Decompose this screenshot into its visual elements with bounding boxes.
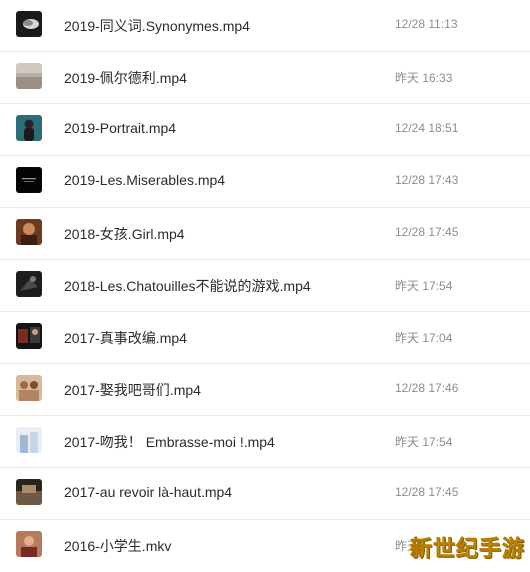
video-thumbnail[interactable]	[16, 63, 42, 89]
file-name[interactable]: 2018-女孩.Girl.mp4	[64, 224, 185, 244]
file-row[interactable]: 2019-同义词.Synonymes.mp4 12/28 11:13	[0, 0, 530, 52]
file-name[interactable]: 2017-娶我吧哥们.mp4	[64, 380, 201, 400]
file-time: 12/28 17:45	[395, 485, 459, 499]
video-thumbnail[interactable]	[16, 271, 42, 297]
file-row[interactable]: 2019-佩尔德利.mp4 昨天 16:33	[0, 52, 530, 104]
file-name[interactable]: 2016-小学生.mkv	[64, 536, 171, 556]
file-time: 昨天 17:04	[395, 331, 453, 345]
video-thumbnail[interactable]	[16, 167, 42, 193]
file-name[interactable]: 2019-Les.Miserables.mp4	[64, 172, 225, 188]
file-row[interactable]: 2018-Les.Chatouilles不能说的游戏.mp4 昨天 17:54	[0, 260, 530, 312]
file-time: 昨天 17:54	[395, 435, 453, 449]
file-name[interactable]: 2018-Les.Chatouilles不能说的游戏.mp4	[64, 276, 311, 296]
video-thumbnail[interactable]	[16, 427, 42, 453]
video-thumbnail[interactable]	[16, 375, 42, 401]
video-thumbnail[interactable]	[16, 479, 42, 505]
file-name[interactable]: 2019-同义词.Synonymes.mp4	[64, 16, 250, 36]
file-time: 12/24 18:51	[395, 121, 459, 135]
file-row[interactable]: 2017-真事改编.mp4 昨天 17:04	[0, 312, 530, 364]
file-row[interactable]: 2017-娶我吧哥们.mp4 12/28 17:46	[0, 364, 530, 416]
file-name[interactable]: 2017-真事改编.mp4	[64, 328, 187, 348]
file-time: 昨天 16:33	[395, 71, 453, 85]
file-row[interactable]: 2018-女孩.Girl.mp4 12/28 17:45	[0, 208, 530, 260]
file-row[interactable]: 2017-au revoir là-haut.mp4 12/28 17:45	[0, 468, 530, 520]
file-row[interactable]: 2017-吻我！ Embrasse-moi !.mp4 昨天 17:54	[0, 416, 530, 468]
file-name[interactable]: 2019-佩尔德利.mp4	[64, 68, 187, 88]
video-thumbnail[interactable]	[16, 11, 42, 37]
watermark-logo: 新世纪手游	[409, 537, 525, 563]
file-time: 12/28 11:13	[395, 17, 458, 31]
video-thumbnail[interactable]	[16, 219, 42, 245]
file-time: 12/28 17:45	[395, 225, 459, 239]
file-row[interactable]: 2019-Les.Miserables.mp4 12/28 17:43	[0, 156, 530, 208]
file-time: 昨天 17:54	[395, 279, 453, 293]
file-time: 12/28 17:43	[395, 173, 459, 187]
video-thumbnail[interactable]	[16, 323, 42, 349]
video-thumbnail[interactable]	[16, 115, 42, 141]
file-list: 2019-同义词.Synonymes.mp4 12/28 11:13 2019-…	[0, 0, 530, 564]
file-name[interactable]: 2019-Portrait.mp4	[64, 120, 176, 136]
file-time: 12/28 17:46	[395, 381, 459, 395]
file-name[interactable]: 2017-吻我！ Embrasse-moi !.mp4	[64, 432, 275, 452]
file-row[interactable]: 2019-Portrait.mp4 12/24 18:51	[0, 104, 530, 156]
video-thumbnail[interactable]	[16, 531, 42, 557]
file-name[interactable]: 2017-au revoir là-haut.mp4	[64, 484, 232, 500]
